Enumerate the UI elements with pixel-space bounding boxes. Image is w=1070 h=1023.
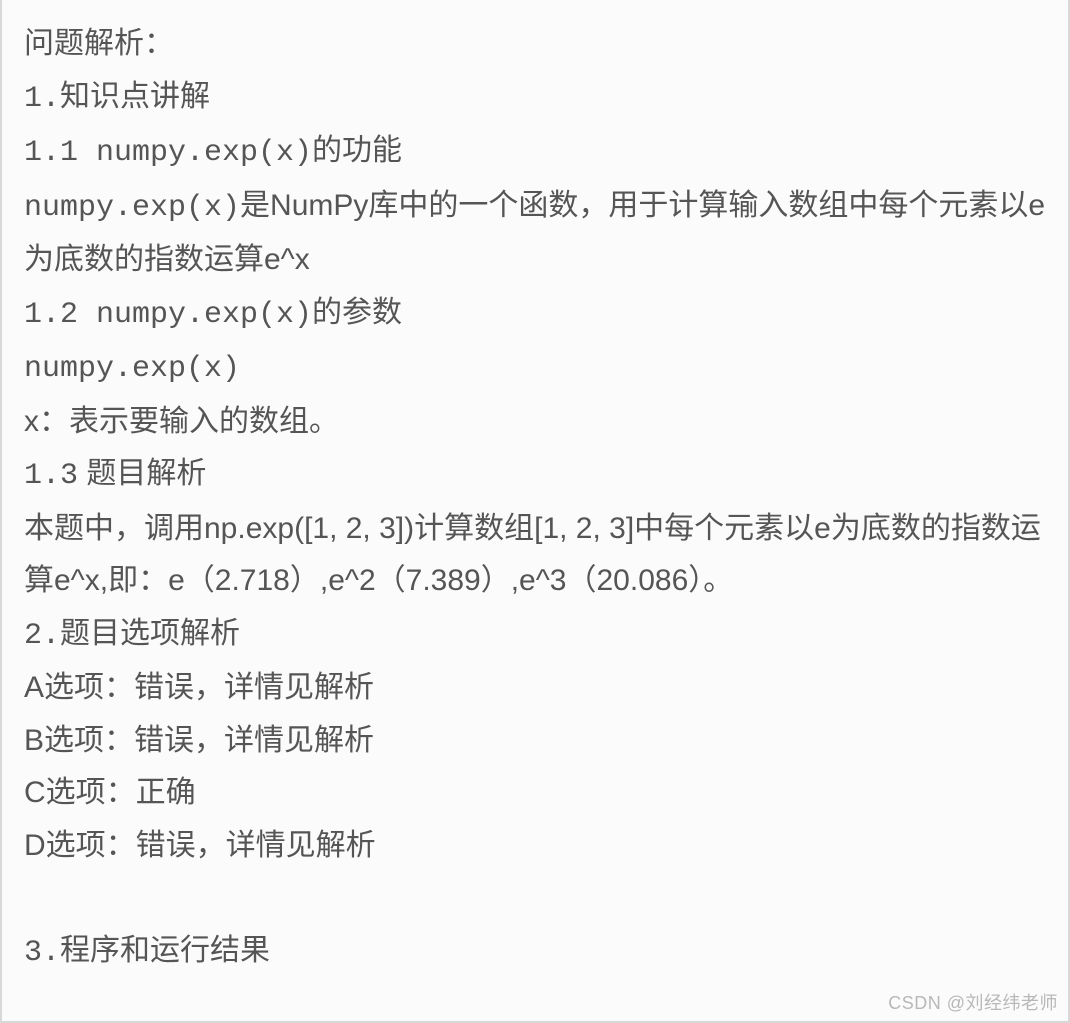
watermark: CSDN @刘经纬老师: [888, 989, 1058, 1015]
text-line: 1.知识点讲解: [24, 71, 1046, 126]
text-line: 1.2 numpy.exp(x)的参数: [24, 287, 1046, 342]
code-span: numpy.exp(x): [24, 191, 240, 225]
list-number: 1.: [24, 82, 60, 116]
text-span: 题目解析: [78, 457, 206, 490]
text-line: 问题解析：: [24, 18, 1046, 71]
code-span: 1.1 numpy.exp(x): [24, 136, 312, 170]
document-content: 问题解析： 1.知识点讲解 1.1 numpy.exp(x)的功能 numpy.…: [2, 0, 1068, 979]
option-line: D选项：错误，详情见解析: [24, 820, 1046, 873]
text-line: 1.3 题目解析: [24, 448, 1046, 503]
document-page: 问题解析： 1.知识点讲解 1.1 numpy.exp(x)的功能 numpy.…: [0, 0, 1070, 1023]
text-span: 的功能: [312, 134, 402, 167]
text-line: 3.程序和运行结果: [24, 925, 1046, 980]
code-span: numpy.exp(x): [24, 352, 240, 386]
text-line: 2.题目选项解析: [24, 608, 1046, 663]
text-span: 的参数: [312, 296, 402, 329]
list-number: 3.: [24, 936, 60, 970]
list-number: 1.3: [24, 459, 78, 493]
blank-line: [24, 872, 1046, 925]
option-line: C选项：正确: [24, 767, 1046, 820]
text-span: 题目选项解析: [60, 617, 240, 650]
text-line: x：表示要输入的数组。: [24, 396, 1046, 449]
text-line: 1.1 numpy.exp(x)的功能: [24, 125, 1046, 180]
text-line: numpy.exp(x): [24, 341, 1046, 396]
text-line: numpy.exp(x)是NumPy库中的一个函数，用于计算输入数组中每个元素以…: [24, 180, 1046, 287]
text-span: 知识点讲解: [60, 80, 210, 113]
list-number: 2.: [24, 619, 60, 653]
text-line: 本题中，调用np.exp([1, 2, 3])计算数组[1, 2, 3]中每个元…: [24, 503, 1046, 608]
option-line: B选项：错误，详情见解析: [24, 715, 1046, 768]
code-span: 1.2 numpy.exp(x): [24, 298, 312, 332]
option-line: A选项：错误，详情见解析: [24, 662, 1046, 715]
text-span: 程序和运行结果: [60, 934, 270, 967]
